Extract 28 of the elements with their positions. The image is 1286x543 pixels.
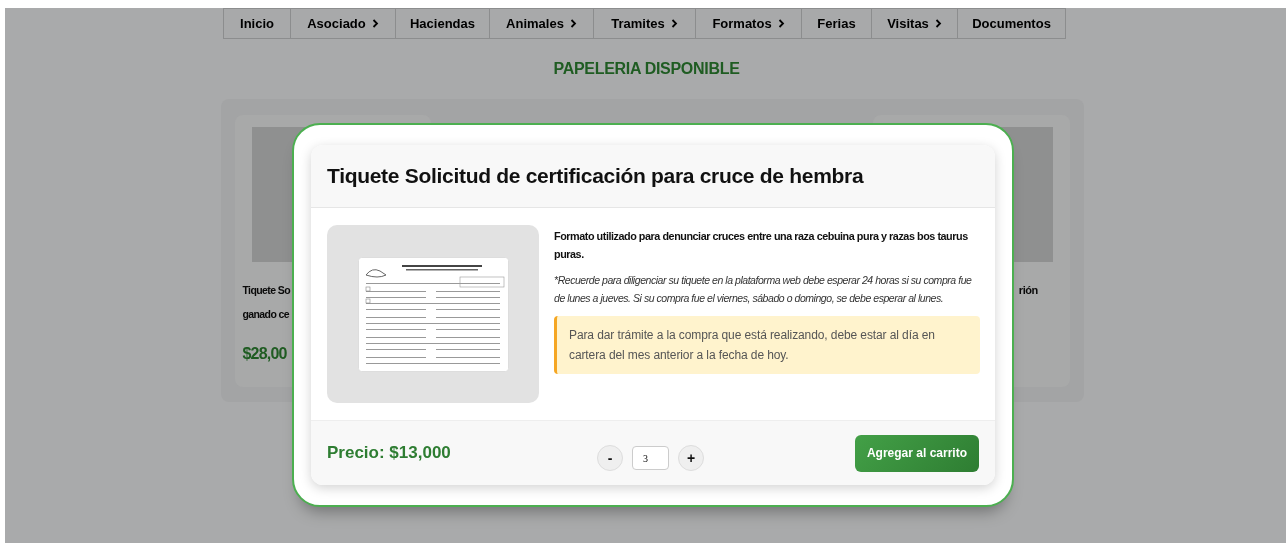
product-title: rión [1018, 283, 1038, 298]
modal-title: Tiquete Solicitud de certificación para cruce de hembra [327, 164, 864, 188]
add-to-cart-button[interactable]: Agregar al carrito [854, 434, 979, 472]
nav-menu-item[interactable]: Asociado [291, 9, 396, 38]
product-title: ganado ce [242, 307, 290, 322]
product-title: Tiquete So [242, 283, 290, 298]
nav-menu-item[interactable]: Documentos [958, 9, 1065, 38]
warning-alert: Para dar trámite a la compra que está realizando, debe estar al día en cartera del mes anterior a la fecha de hoy. [554, 316, 980, 374]
decrement-button[interactable]: - [597, 445, 623, 471]
nav-menu-item[interactable]: Inicio [224, 9, 291, 38]
nav-menu-item[interactable]: Visitas [872, 9, 958, 38]
chevron-right-icon [569, 19, 577, 28]
price-label: Precio: $13,000 [327, 443, 452, 463]
nav-menu-item[interactable]: Formatos [696, 9, 802, 38]
quantity-field[interactable]: 3 [632, 446, 669, 470]
chevron-right-icon [777, 19, 785, 28]
nav-menu-item[interactable]: Haciendas [396, 9, 490, 38]
chevron-right-icon [371, 19, 379, 28]
chevron-right-icon [670, 19, 678, 28]
notice-text: *Recuerde para diligenciar su tiquete en la plataforma web debe esperar 24 horas si su compra fue de lunes a jueves. Si su compra fue el viernes, sábado o domingo, se debe esperar al lunes. [554, 273, 973, 306]
chevron-right-icon [934, 19, 942, 28]
product-price: $28,00 [242, 345, 288, 363]
nav-menu-item[interactable]: Tramites [594, 9, 696, 38]
page-title: PAPELERIA DISPONIBLE [553, 60, 740, 78]
increment-button[interactable]: + [678, 445, 704, 471]
product-description: Formato utilizado para denunciar cruces entre una raza cebuina pura y razas bos taurus puras. [554, 229, 969, 262]
nav-menu-item[interactable]: Animales [490, 9, 594, 38]
nav-menu-item[interactable]: Ferias [802, 9, 872, 38]
